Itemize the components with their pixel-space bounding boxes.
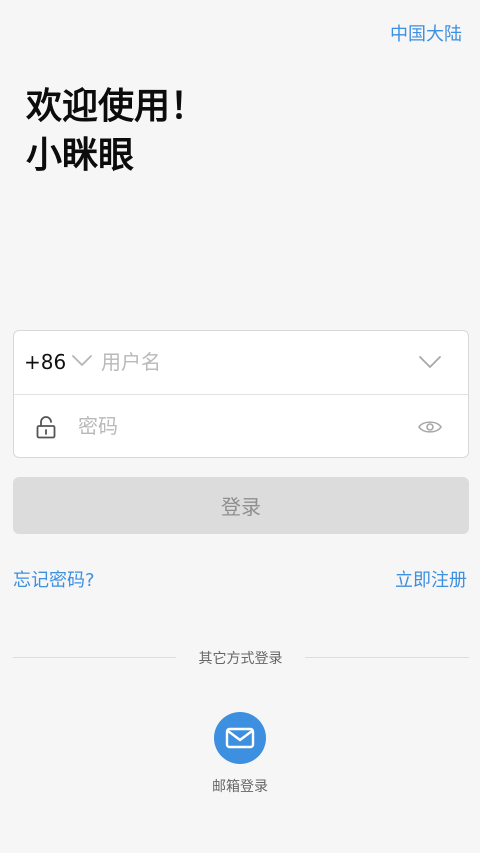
login-button[interactable]: 登录 <box>13 477 469 534</box>
account-dropdown-chevron-icon[interactable] <box>418 355 442 369</box>
login-form: +86 <box>13 330 469 458</box>
email-login-label: 邮箱登录 <box>212 779 268 795</box>
welcome-line-1: 欢迎使用！ <box>26 86 207 127</box>
password-input[interactable] <box>78 409 398 443</box>
country-code-selector[interactable]: +86 <box>24 350 66 374</box>
mail-icon <box>225 727 255 749</box>
forgot-password-link[interactable]: 忘记密码? <box>13 566 95 592</box>
eye-icon[interactable] <box>418 419 442 435</box>
divider-right <box>305 657 469 658</box>
username-input[interactable] <box>101 345 401 379</box>
welcome-heading: 欢迎使用！ 小眯眼 <box>26 82 206 180</box>
region-selector[interactable]: 中国大陆 <box>390 20 462 46</box>
register-link[interactable]: 立即注册 <box>395 566 467 592</box>
password-row <box>14 394 468 457</box>
chevron-down-icon[interactable] <box>71 354 93 368</box>
welcome-line-2: 小眯眼 <box>26 135 135 176</box>
lock-icon <box>36 416 56 439</box>
email-login-circle[interactable] <box>214 712 266 764</box>
email-login-button[interactable]: 邮箱登录 <box>200 712 280 796</box>
username-row: +86 <box>14 331 468 394</box>
login-screen: 中国大陆 欢迎使用！ 小眯眼 +86 用户名 登录 忘记密码? 立即注册 其它方… <box>0 0 480 853</box>
other-login-divider-label: 其它方式登录 <box>198 651 283 667</box>
divider-left <box>13 657 176 658</box>
